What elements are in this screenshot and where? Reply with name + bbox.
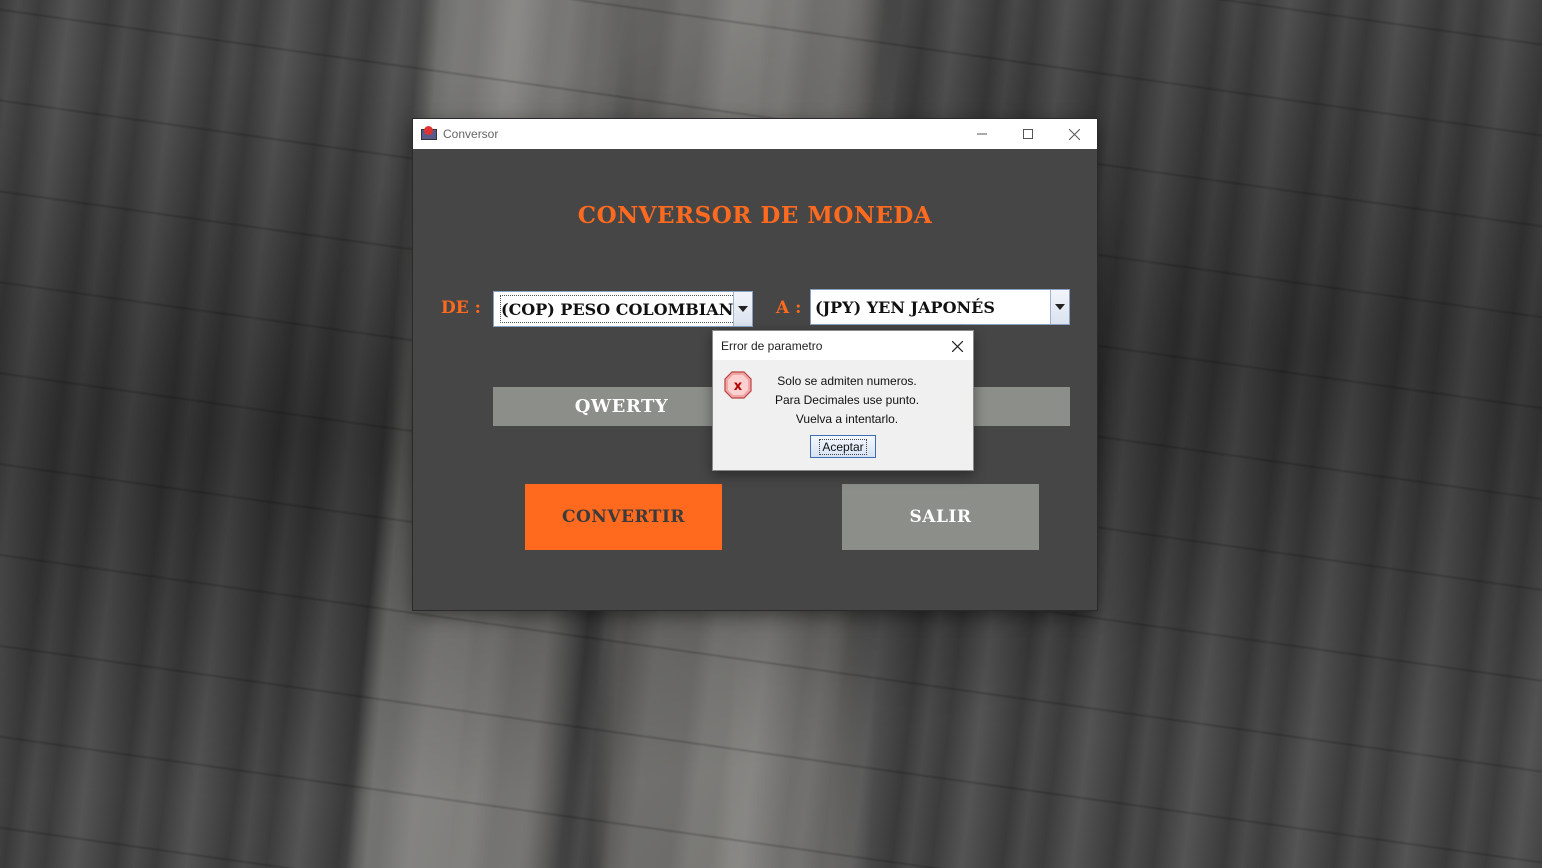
dialog-message: Solo se admiten numeros. Para Decimales … — [753, 372, 941, 429]
error-dialog: Error de parametro x Solo se admiten num… — [712, 330, 974, 471]
dialog-title: Error de parametro — [721, 339, 823, 353]
from-label: DE : — [441, 298, 481, 318]
amount-input-value: QWERTY — [574, 396, 669, 417]
from-currency-text: (COP) PESO COLOMBIANO — [501, 299, 733, 319]
dialog-message-line: Solo se admiten numeros. — [777, 374, 917, 388]
accept-button-label: Aceptar — [819, 438, 867, 455]
chevron-down-icon[interactable] — [733, 292, 752, 326]
maximize-icon — [1023, 129, 1033, 139]
exit-button[interactable]: SALIR — [842, 484, 1039, 550]
maximize-button[interactable] — [1005, 119, 1051, 149]
to-currency-text: (JPY) YEN JAPONÉS — [815, 297, 995, 317]
to-currency-select[interactable]: (JPY) YEN JAPONÉS — [810, 289, 1070, 325]
dialog-close-button[interactable] — [947, 336, 967, 356]
from-currency-select[interactable]: (COP) PESO COLOMBIANO — [493, 291, 753, 327]
dialog-message-line: Para Decimales use punto. — [774, 393, 920, 407]
focus-outline: (COP) PESO COLOMBIANO — [500, 295, 733, 323]
accept-button[interactable]: Aceptar — [810, 435, 876, 458]
svg-text:x: x — [734, 379, 743, 394]
dialog-message-line: Vuelva a intentarlo. — [795, 412, 899, 426]
minimize-icon — [977, 133, 987, 135]
convert-button[interactable]: CONVERTIR — [525, 484, 722, 550]
java-app-icon — [421, 126, 437, 142]
window-titlebar[interactable]: Conversor — [413, 119, 1097, 149]
dialog-titlebar[interactable]: Error de parametro — [713, 331, 973, 360]
close-icon — [1068, 128, 1080, 140]
window-title: Conversor — [443, 127, 499, 141]
page-title: CONVERSOR DE MONEDA — [577, 202, 933, 229]
error-icon: x — [724, 371, 752, 399]
to-currency-value: (JPY) YEN JAPONÉS — [811, 290, 1050, 324]
minimize-button[interactable] — [959, 119, 1005, 149]
result-field — [973, 387, 1070, 426]
close-button[interactable] — [1051, 119, 1097, 149]
to-label: A : — [776, 298, 802, 318]
from-currency-value: (COP) PESO COLOMBIANO — [494, 292, 733, 326]
chevron-down-icon[interactable] — [1050, 290, 1069, 324]
close-icon — [951, 340, 963, 352]
window-controls — [959, 119, 1097, 149]
